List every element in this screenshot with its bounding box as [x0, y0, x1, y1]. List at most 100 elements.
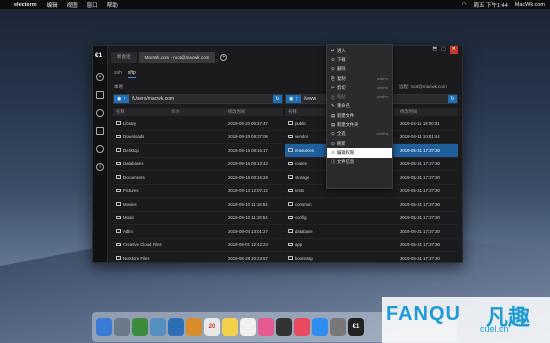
col-name[interactable]: 名称 — [116, 109, 125, 115]
context-menu-item[interactable]: ▤ 新建文件夹 — [327, 120, 392, 129]
folder-icon — [288, 229, 293, 233]
col-modified[interactable]: 修改时间 — [228, 109, 245, 115]
bookmark-icon[interactable] — [96, 91, 104, 99]
file-name: database — [285, 229, 400, 234]
remote-path-input[interactable]: /www — [301, 96, 316, 102]
remote-view-toggle[interactable]: ◉ ↑ — [286, 95, 301, 103]
file-name: Pictures — [113, 188, 171, 193]
file-name: Databases — [113, 161, 171, 166]
arrow-up-icon[interactable]: ↑ — [123, 96, 126, 102]
table-row[interactable]: Documents 2019-09-16 08:16:28 — [113, 171, 283, 185]
col-modified[interactable]: 修改时间 — [400, 109, 417, 115]
file-time: 2019-05-31 17:37:30 — [400, 201, 440, 207]
table-row[interactable]: Desktop 2019-09-16 08:16:17 — [113, 144, 283, 158]
menu-view[interactable]: 视图 — [67, 1, 78, 9]
context-menu-item[interactable]: ⎗ 粘贴 cmd+v — [327, 92, 392, 101]
remote-refresh-button[interactable]: ↻ — [448, 95, 457, 103]
menu-edit[interactable]: 编辑 — [47, 1, 58, 9]
menu-help[interactable]: 帮助 — [107, 1, 118, 9]
system-preferences-icon[interactable] — [330, 318, 346, 336]
preview-icon[interactable] — [150, 318, 166, 336]
window-maximize-icon[interactable]: ▢ — [441, 46, 446, 54]
add-icon[interactable]: + — [96, 73, 104, 81]
tab-ssh[interactable]: ssh — [114, 70, 122, 78]
table-row[interactable]: bootstrap 2019-05-31 17:37:30 — [285, 252, 458, 264]
local-path-bar: ◉ ↑ /Users/macwk.com ↻ — [113, 94, 283, 104]
app-logo: €1 — [95, 52, 103, 59]
file-time: 2019-09-16 08:16:28 — [228, 174, 268, 180]
context-menu-item[interactable]: ⊙ 刷新 — [327, 139, 392, 148]
file-time: 2019-09-16 08:16:17 — [228, 147, 268, 153]
mission-control-icon[interactable] — [276, 318, 292, 336]
finder-icon[interactable] — [96, 318, 112, 336]
music-icon[interactable] — [294, 318, 310, 336]
menu-app-name[interactable]: electerm — [14, 2, 37, 8]
context-menu-item[interactable]: ✂ 剪切 cmd+x — [327, 83, 392, 92]
file-time: 2019-05-31 17:37:30 — [400, 161, 440, 167]
table-row[interactable]: config 2019-05-31 17:37:30 — [285, 212, 458, 225]
add-tab-button[interactable]: + — [220, 53, 228, 61]
context-menu: ↵ 进入 ⊙ 下载 ⊙ 删除 ⎘ 复制 cmd+c ✂ 剪切 cmd+x ⎗ 粘贴 cmd+v ✎ 重命名 ▤ 新建… — [326, 44, 393, 189]
table-row[interactable]: Nutstore Files 2019-08-28 20:23:57 — [113, 252, 283, 264]
electerm-icon[interactable]: €1 — [348, 318, 364, 336]
local-path-input[interactable]: /Users/macwk.com — [129, 96, 174, 102]
table-row[interactable]: Music 2019-09-10 11:18:54 — [113, 212, 283, 225]
file-time: 2019-05-31 17:37:30 — [400, 242, 440, 248]
wifi-icon[interactable]: ◠ — [462, 2, 467, 8]
watermark-domain: cuel.cn — [480, 324, 509, 334]
pages-icon[interactable] — [186, 318, 202, 336]
context-menu-item[interactable]: ⊙ 删除 — [327, 65, 392, 74]
context-menu-item[interactable]: ⊙ 下载 — [327, 55, 392, 64]
context-menu-item[interactable]: ⊙ 全选 cmd+a — [327, 130, 392, 139]
file-time: 2019-09-16 08:13:42 — [228, 161, 268, 167]
table-row[interactable]: Downloads 2019-09-20 09:37:06 — [113, 131, 283, 144]
col-name[interactable]: 名称 — [288, 109, 297, 115]
table-row[interactable]: database 2019-05-31 17:37:30 — [285, 225, 458, 239]
context-menu-item[interactable]: ▤ 新建文件 — [327, 111, 392, 120]
file-time: 2019-05-31 17:37:30 — [400, 147, 440, 153]
table-row[interactable]: Library 2019-09-20 09:37:47 — [113, 117, 283, 131]
menu-item-shortcut: cmd+a — [376, 132, 388, 137]
context-menu-item[interactable]: ⓘ 文件信息 — [327, 158, 392, 167]
window-close-icon[interactable]: ✕ — [449, 46, 458, 54]
arrow-up-icon[interactable]: ↑ — [295, 96, 298, 102]
table-row[interactable]: app 2019-05-31 17:37:30 — [285, 239, 458, 252]
menu-window[interactable]: 窗口 — [87, 1, 98, 9]
context-menu-item[interactable]: ✎ 重命名 — [327, 102, 392, 111]
table-row[interactable]: Movies 2019-09-10 11:18:54 — [113, 198, 283, 212]
table-row[interactable]: Databases 2019-09-16 08:13:42 — [113, 158, 283, 171]
local-view-toggle[interactable]: ◉ ↑ — [114, 95, 129, 103]
info-icon[interactable]: i — [96, 163, 104, 171]
photos-icon[interactable] — [258, 318, 274, 336]
window-restore-icon[interactable]: ⬒ — [432, 46, 437, 54]
gear-icon[interactable] — [96, 145, 104, 153]
tab-sftp[interactable]: sftp — [127, 70, 136, 78]
notes-icon[interactable] — [222, 318, 238, 336]
tab-new-session[interactable]: 新会话 — [111, 51, 137, 63]
col-size[interactable]: 大小 — [171, 109, 180, 115]
picture-icon[interactable] — [96, 127, 104, 135]
chrome-icon[interactable] — [132, 318, 148, 336]
history-icon[interactable] — [96, 109, 104, 117]
context-menu-item[interactable]: ⚠ 编辑权限 — [327, 148, 392, 158]
context-menu-item[interactable]: ↵ 进入 — [327, 46, 392, 55]
folder-icon — [288, 188, 293, 193]
clock[interactable]: 周五 下午1:44 — [474, 1, 508, 9]
table-row[interactable]: Adlm 2019-09-04 13:01:27 — [113, 225, 283, 239]
menu-item-label: 文件信息 — [337, 159, 355, 165]
launchpad-icon[interactable] — [114, 318, 130, 336]
table-row[interactable]: Creative Cloud Files 2019-09-01 12:43:24 — [113, 239, 283, 252]
tab-macwk[interactable]: MacWk.com - root@macwk.com — [138, 51, 216, 63]
reminders-icon[interactable] — [240, 318, 256, 336]
xcode-icon[interactable] — [168, 318, 184, 336]
context-menu-item[interactable]: ⎘ 复制 cmd+c — [327, 74, 392, 83]
app-store-icon[interactable] — [312, 318, 328, 336]
file-time: 2019-05-31 17:37:30 — [400, 174, 440, 180]
calendar-icon[interactable]: 20 — [204, 318, 220, 336]
menu-item-label: 重命名 — [337, 103, 350, 109]
local-refresh-button[interactable]: ↻ — [273, 95, 282, 103]
menu-user[interactable]: MacWk.com — [515, 2, 545, 8]
table-row[interactable]: common 2019-05-31 17:37:30 — [285, 198, 458, 212]
folder-icon — [116, 175, 121, 179]
table-row[interactable]: Pictures 2019-09-13 12:07:12 — [113, 185, 283, 198]
